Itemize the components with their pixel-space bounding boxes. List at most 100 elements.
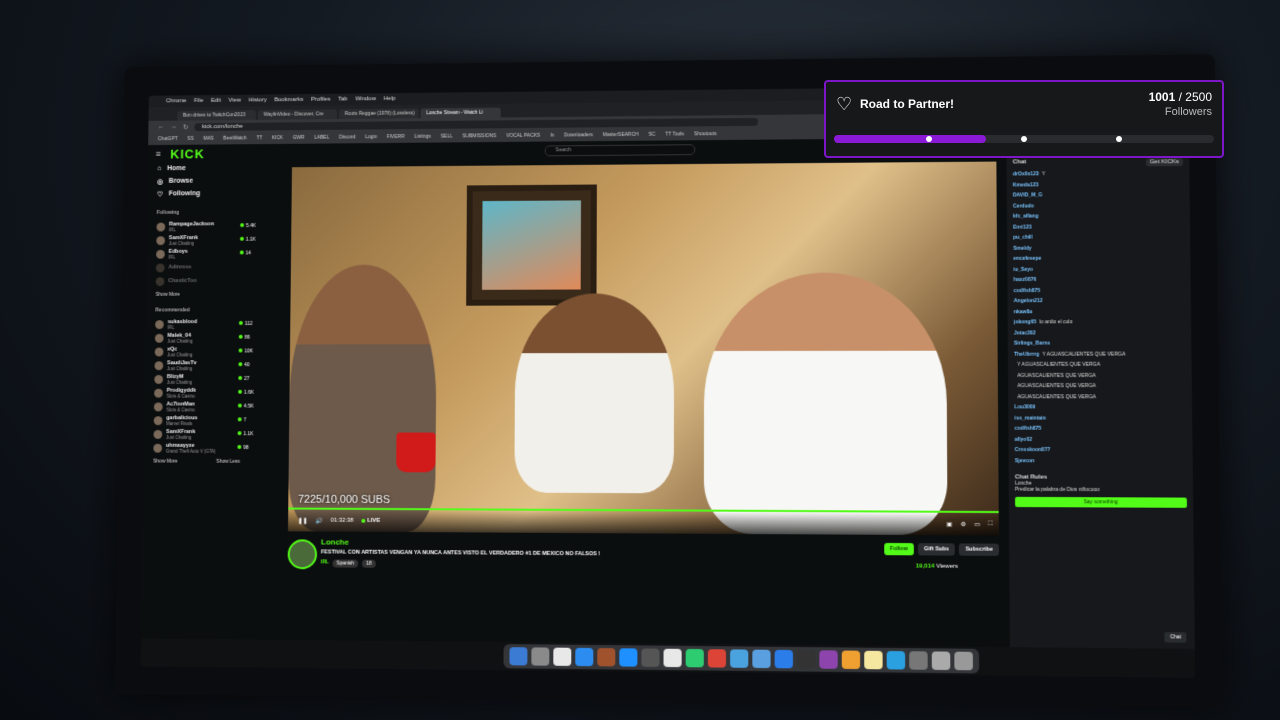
nav-browse[interactable]: ◎ Browse <box>157 174 282 188</box>
chat-username[interactable]: Smeldy <box>1013 245 1031 251</box>
follow-button[interactable]: Follow <box>883 542 914 556</box>
tag-age[interactable]: 18 <box>362 559 376 568</box>
chat-username[interactable]: Crosskoon877 <box>1015 447 1051 453</box>
dock-app-icon[interactable] <box>641 648 660 667</box>
forward-icon[interactable]: → <box>170 124 177 131</box>
channel-row[interactable]: Prodigyddk Slots & Casino 1.6K <box>154 386 280 400</box>
bookmark-item[interactable]: ChatGPT <box>158 136 178 142</box>
chat-username[interactable]: codfish875 <box>1014 287 1041 293</box>
menu-item[interactable]: Tab <box>338 97 347 103</box>
dock-app-icon[interactable] <box>531 647 550 666</box>
bookmark-item[interactable]: FIVERR <box>387 134 405 140</box>
pause-icon[interactable]: ❚❚ <box>298 517 308 524</box>
bookmark-item[interactable]: Login <box>365 134 377 140</box>
bookmark-item[interactable]: In <box>550 133 554 139</box>
channel-row[interactable]: Edboys IRL 14 <box>156 246 281 260</box>
volume-icon[interactable]: 🔊 <box>315 517 322 524</box>
kick-logo[interactable]: KICK <box>170 146 204 161</box>
chat-username[interactable]: codfish875 <box>1015 426 1042 432</box>
bookmark-item[interactable]: SS <box>187 136 193 142</box>
chat-username[interactable]: drOx0x123 <box>1013 171 1039 177</box>
subscribe-button[interactable]: Subscribe <box>959 543 999 556</box>
chat-username[interactable]: Kmeda123 <box>1013 182 1039 188</box>
channel-row[interactable]: SamXFrank Just Chatting 1.1K <box>153 427 279 441</box>
chat-username[interactable]: iu_Seyo <box>1013 266 1033 272</box>
chat-input[interactable]: Say something <box>1015 496 1187 508</box>
menu-item[interactable]: File <box>194 98 203 104</box>
chat-username[interactable]: nkaw8a <box>1014 309 1033 315</box>
bookmark-item[interactable]: GWR <box>293 135 305 141</box>
dock-app-icon[interactable] <box>553 647 572 666</box>
dock-app-icon[interactable] <box>819 650 838 669</box>
dock-app-icon[interactable] <box>864 650 883 670</box>
chat-username[interactable]: encafesepe <box>1013 256 1041 262</box>
gift-subs-button[interactable]: Gift Subs <box>917 543 956 556</box>
bookmark-item[interactable]: MAS <box>203 136 213 142</box>
channel-row[interactable]: uhmaayyze Grand Theft Auto V (GTA) 98 <box>153 441 279 455</box>
dock-app-icon[interactable] <box>597 648 616 667</box>
chat-username[interactable]: Sirlings_Barns <box>1014 341 1050 347</box>
chat-username[interactable]: DAVID_M_G <box>1013 192 1042 198</box>
chat-username[interactable]: Jotac302 <box>1014 330 1036 336</box>
dock-app-icon[interactable] <box>575 647 594 667</box>
chat-username[interactable]: pu_chill <box>1013 235 1032 241</box>
chat-username[interactable]: iso_maintain <box>1014 415 1045 421</box>
bookmark-item[interactable]: KICK <box>272 135 283 141</box>
bookmark-item[interactable]: SC <box>648 132 655 138</box>
nav-home[interactable]: ⌂ Home <box>157 161 282 175</box>
channel-row[interactable]: ChasticToo <box>155 274 281 288</box>
bookmark-item[interactable]: Listings <box>414 134 431 140</box>
channel-row[interactable]: garbalicious Marvel Rivals 7 <box>153 413 280 427</box>
chat-username[interactable]: Enri123 <box>1013 224 1032 230</box>
channel-row[interactable]: BlizyM Just Chatting 27 <box>154 372 280 386</box>
channel-row[interactable]: sukasblood IRL 112 <box>155 317 281 331</box>
chat-username[interactable]: jokong65 <box>1014 319 1037 325</box>
chat-username[interactable]: Lou3009 <box>1014 404 1035 410</box>
bookmark-item[interactable]: Shoutouts <box>694 131 716 137</box>
dock-app-icon[interactable] <box>707 649 727 668</box>
theater-icon[interactable]: ▭ <box>974 521 980 528</box>
chat-username[interactable]: Cerdudo <box>1013 203 1034 209</box>
menu-item[interactable]: Window <box>355 96 376 102</box>
channel-row[interactable]: RampageJackson IRL 5.4K <box>156 219 281 233</box>
hamburger-icon[interactable]: ≡ <box>156 149 161 159</box>
bookmark-item[interactable]: BeetWatch <box>223 135 246 141</box>
chat-username[interactable]: Angelon212 <box>1014 298 1043 304</box>
browser-tab[interactable]: Roots Reggae (1978) (Lossless) <box>338 108 419 120</box>
channel-row[interactable]: Adinross <box>155 260 281 274</box>
back-icon[interactable]: ← <box>158 124 165 131</box>
menu-item[interactable]: Bookmarks <box>274 97 303 103</box>
tag-language[interactable]: Spanish <box>332 559 359 568</box>
channel-row[interactable]: Malek_04 Just Chatting 86 <box>154 331 281 345</box>
menu-item[interactable]: Help <box>384 96 396 102</box>
chat-username[interactable]: kfc_aflang <box>1013 213 1038 219</box>
show-more-following[interactable]: Show More <box>156 291 281 298</box>
browser-tab[interactable]: Bon drives to TwitchCon2023 <box>177 110 256 121</box>
dock-app-icon[interactable] <box>796 650 816 669</box>
dock-app-icon[interactable] <box>730 649 749 668</box>
bookmark-item[interactable]: MasterSEARCH <box>603 132 639 138</box>
menu-item[interactable]: Chrome <box>166 98 186 104</box>
dock-app-icon[interactable] <box>663 648 682 668</box>
dock-app-icon[interactable] <box>774 649 793 669</box>
settings-icon[interactable]: ⚙ <box>961 521 967 528</box>
bookmark-item[interactable]: VOCAL PACKS <box>506 133 540 139</box>
chat-username[interactable]: allyo02 <box>1015 436 1032 442</box>
streamer-name[interactable]: Lonche <box>321 538 349 547</box>
chat-username[interactable]: Sjevcon <box>1015 458 1035 464</box>
show-more-recommended[interactable]: Show More <box>153 459 177 465</box>
reload-icon[interactable]: ↻ <box>183 123 189 131</box>
dock-app-icon[interactable] <box>909 651 928 670</box>
clip-icon[interactable]: ▣ <box>946 520 953 527</box>
chat-username[interactable]: TheUbrrrg <box>1014 351 1039 357</box>
menu-item[interactable]: Edit <box>211 98 221 104</box>
dock-app-icon[interactable] <box>841 650 861 670</box>
bookmark-item[interactable]: SELL <box>441 134 453 140</box>
channel-row[interactable]: SaudiJasTv Just Chatting 40 <box>154 358 280 372</box>
menu-item[interactable]: Profiles <box>311 97 330 103</box>
dock-app-icon[interactable] <box>886 650 906 670</box>
chat-send-button[interactable]: Chat <box>1164 632 1187 643</box>
channel-row[interactable]: Ac7ionMan Slots & Casino 4.5K <box>153 400 280 414</box>
video-player[interactable]: 7225/10,000 SUBS ❚❚ 🔊 01:32:38 LIVE ▣ ⚙ … <box>287 161 999 536</box>
nav-following[interactable]: ♡ Following <box>157 187 282 201</box>
